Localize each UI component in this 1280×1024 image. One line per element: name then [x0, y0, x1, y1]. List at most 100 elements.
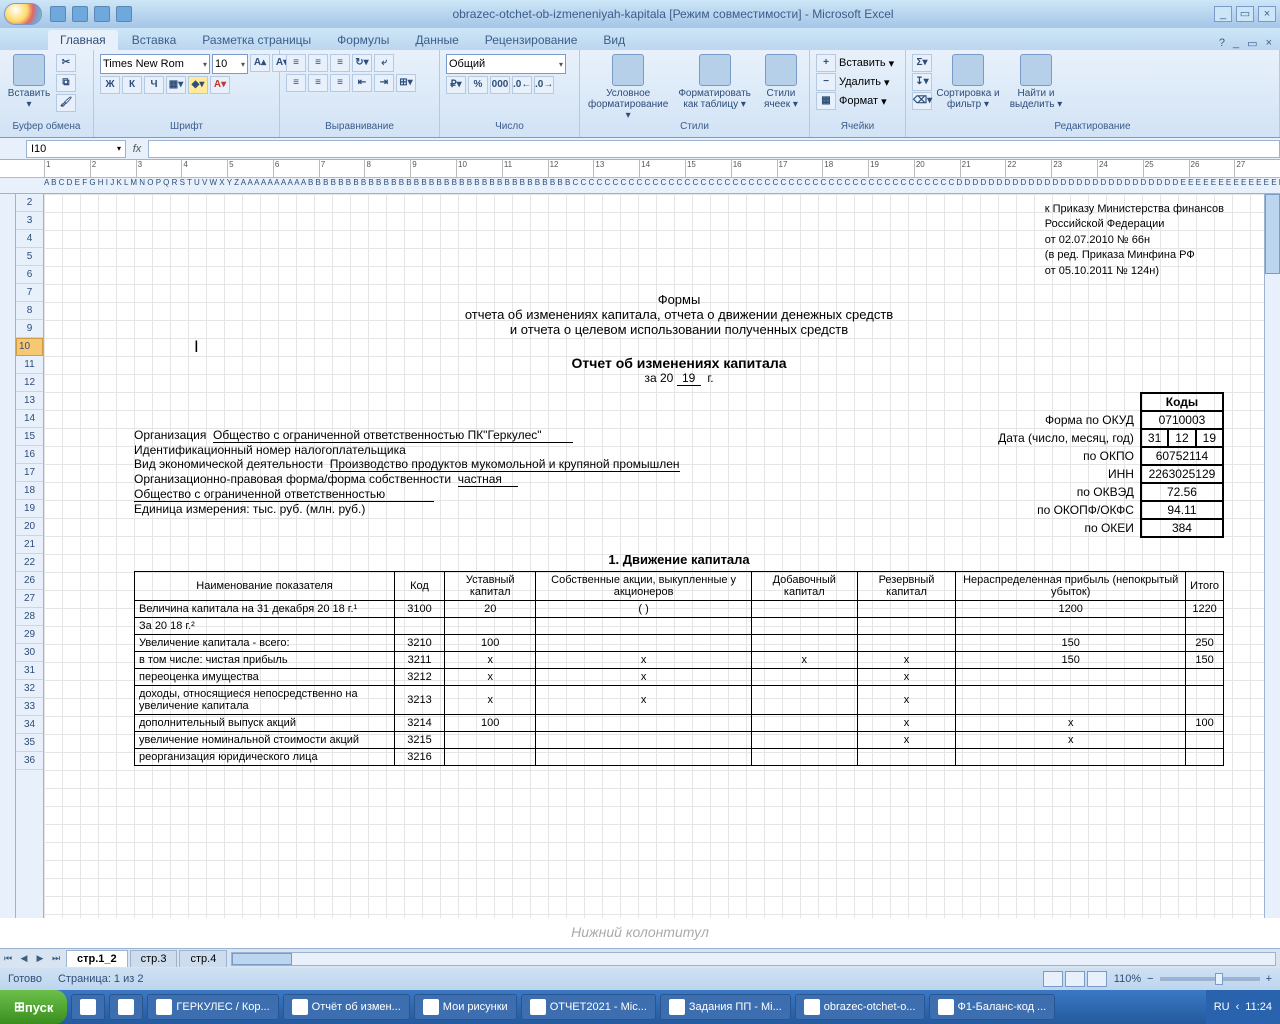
tab-view[interactable]: Вид: [591, 30, 637, 50]
document-content: к Приказу Министерства финансовРоссийско…: [134, 202, 1224, 766]
delete-cells-button[interactable]: −Удалить ▾: [816, 73, 894, 91]
tab-insert[interactable]: Вставка: [120, 30, 189, 50]
close-workbook-icon[interactable]: ×: [1266, 37, 1272, 50]
fill-color-button[interactable]: ◆▾: [188, 76, 208, 94]
align-center-icon[interactable]: ≡: [308, 74, 328, 92]
align-top-icon[interactable]: ≡: [286, 54, 306, 72]
taskbar-item[interactable]: Ф1-Баланс-код ...: [929, 994, 1056, 1020]
sheet-nav-next[interactable]: ▶: [32, 953, 48, 964]
view-page-layout-icon[interactable]: [1065, 971, 1085, 987]
border-button[interactable]: ▦▾: [166, 76, 186, 94]
clock[interactable]: 11:24: [1245, 1001, 1272, 1013]
align-right-icon[interactable]: ≡: [330, 74, 350, 92]
merge-cells-icon[interactable]: ⊞▾: [396, 74, 416, 92]
tab-page-layout[interactable]: Разметка страницы: [190, 30, 323, 50]
horizontal-scrollbar[interactable]: [231, 952, 1276, 966]
vertical-scrollbar[interactable]: [1264, 194, 1280, 918]
scroll-thumb[interactable]: [232, 953, 292, 965]
view-page-break-icon[interactable]: [1087, 971, 1107, 987]
view-normal-icon[interactable]: [1043, 971, 1063, 987]
taskbar-item[interactable]: ГЕРКУЛЕС / Кор...: [147, 994, 278, 1020]
row-headers[interactable]: 2345678910111213141516171819202122262728…: [16, 194, 44, 918]
minimize-button[interactable]: _: [1214, 6, 1232, 22]
formula-input[interactable]: [148, 140, 1280, 158]
help-icon[interactable]: ?: [1219, 37, 1225, 50]
column-headers[interactable]: A B C D E F G H I J K L M N O P Q R S T …: [0, 178, 1280, 194]
comma-icon[interactable]: 000: [490, 76, 510, 94]
format-as-table-button[interactable]: Форматировать как таблицу ▾: [674, 54, 755, 110]
number-format-select[interactable]: Общий▾: [446, 54, 566, 74]
percent-icon[interactable]: %: [468, 76, 488, 94]
sheet-tab[interactable]: стр.3: [130, 950, 178, 967]
bold-button[interactable]: Ж: [100, 76, 120, 94]
fill-icon[interactable]: ↧▾: [912, 73, 932, 91]
scroll-thumb[interactable]: [1265, 194, 1280, 274]
format-cells-button[interactable]: ▦Формат ▾: [816, 92, 894, 110]
increase-decimal-icon[interactable]: .0←: [512, 76, 532, 94]
taskbar-item[interactable]: obrazec-otchet-o...: [795, 994, 925, 1020]
zoom-slider[interactable]: [1160, 977, 1260, 981]
tab-home[interactable]: Главная: [48, 30, 118, 50]
sheet-nav-last[interactable]: ⏭: [48, 953, 64, 964]
italic-button[interactable]: К: [122, 76, 142, 94]
undo-icon[interactable]: [72, 6, 88, 22]
format-painter-icon[interactable]: 🖌: [56, 94, 76, 112]
font-color-button[interactable]: A▾: [210, 76, 230, 94]
underline-button[interactable]: Ч: [144, 76, 164, 94]
fx-icon[interactable]: fx: [126, 143, 148, 155]
autosum-icon[interactable]: Σ▾: [912, 54, 932, 72]
sheet-tab[interactable]: стр.1_2: [66, 950, 128, 967]
zoom-in-button[interactable]: +: [1266, 973, 1272, 985]
save-icon[interactable]: [50, 6, 66, 22]
taskbar-item[interactable]: Мои рисунки: [414, 994, 517, 1020]
close-button[interactable]: ×: [1258, 6, 1276, 22]
print-icon[interactable]: [116, 6, 132, 22]
orientation-icon[interactable]: ↻▾: [352, 54, 372, 72]
wrap-text-icon[interactable]: ⤶: [374, 54, 394, 72]
align-bottom-icon[interactable]: ≡: [330, 54, 350, 72]
taskbar-item[interactable]: [109, 994, 143, 1020]
copy-icon[interactable]: ⧉: [56, 74, 76, 92]
sheet-nav-first[interactable]: ⏮: [0, 953, 16, 964]
font-size-select[interactable]: 10▾: [212, 54, 248, 74]
tab-review[interactable]: Рецензирование: [473, 30, 590, 50]
decrease-indent-icon[interactable]: ⇤: [352, 74, 372, 92]
taskbar-item[interactable]: Отчёт об измен...: [283, 994, 410, 1020]
cell-styles-button[interactable]: Стили ячеек ▾: [759, 54, 803, 110]
taskbar-item[interactable]: [71, 994, 105, 1020]
zoom-level[interactable]: 110%: [1114, 973, 1141, 985]
system-tray[interactable]: RU ‹ 11:24: [1206, 990, 1280, 1024]
zoom-out-button[interactable]: −: [1147, 973, 1153, 985]
explorer-icon: [118, 999, 134, 1015]
maximize-button[interactable]: ▭: [1236, 6, 1254, 22]
decrease-decimal-icon[interactable]: .0→: [534, 76, 554, 94]
insert-cells-button[interactable]: +Вставить ▾: [816, 54, 894, 72]
lang-indicator[interactable]: RU: [1214, 1001, 1230, 1013]
conditional-formatting-button[interactable]: Условное форматирование ▾: [586, 54, 670, 121]
start-button[interactable]: ⊞ пуск: [0, 990, 67, 1024]
font-name-select[interactable]: Times New Rom▾: [100, 54, 210, 74]
cut-icon[interactable]: ✂: [56, 54, 76, 72]
cells-grid[interactable]: к Приказу Министерства финансовРоссийско…: [44, 194, 1264, 918]
restore-window-icon[interactable]: ▭: [1247, 37, 1257, 50]
tray-icon[interactable]: ‹: [1236, 1001, 1240, 1013]
clear-icon[interactable]: ⌫▾: [912, 92, 932, 110]
sheet-tab[interactable]: стр.4: [179, 950, 227, 967]
align-middle-icon[interactable]: ≡: [308, 54, 328, 72]
minimize-ribbon-icon[interactable]: _: [1233, 37, 1239, 50]
name-box[interactable]: I10▾: [26, 140, 126, 158]
sort-filter-button[interactable]: Сортировка и фильтр ▾: [936, 54, 1000, 110]
grow-font-icon[interactable]: A▴: [250, 54, 270, 72]
increase-indent-icon[interactable]: ⇥: [374, 74, 394, 92]
taskbar-item[interactable]: ОТЧЕТ2021 - Mic...: [521, 994, 656, 1020]
find-select-button[interactable]: Найти и выделить ▾: [1004, 54, 1068, 110]
sheet-nav-prev[interactable]: ◀: [16, 953, 32, 964]
office-button[interactable]: [4, 3, 42, 25]
tab-formulas[interactable]: Формулы: [325, 30, 401, 50]
currency-icon[interactable]: ₽▾: [446, 76, 466, 94]
taskbar-item[interactable]: Задания ПП - Mi...: [660, 994, 791, 1020]
tab-data[interactable]: Данные: [403, 30, 470, 50]
paste-button[interactable]: Вставить ▾: [6, 54, 52, 110]
redo-icon[interactable]: [94, 6, 110, 22]
align-left-icon[interactable]: ≡: [286, 74, 306, 92]
